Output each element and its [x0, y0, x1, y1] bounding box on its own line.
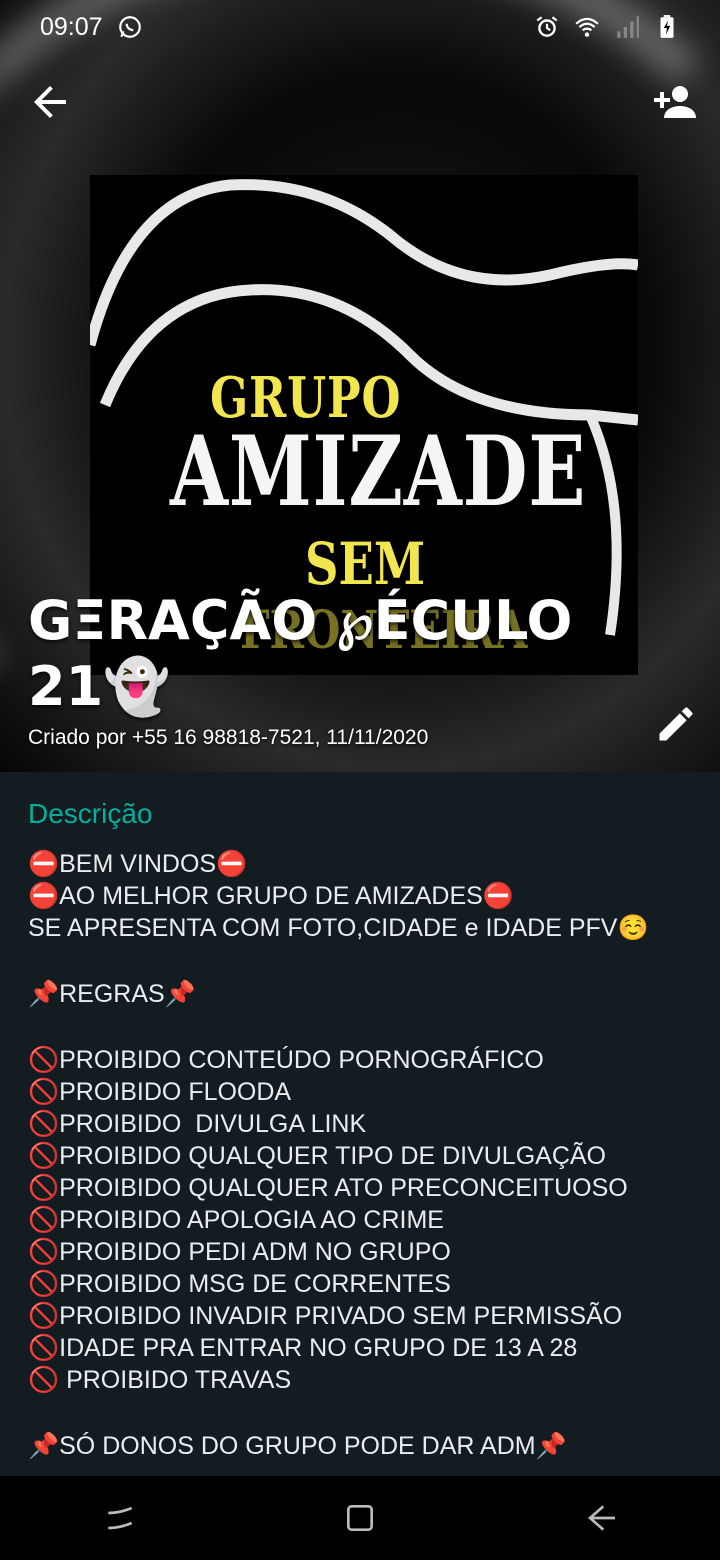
description-line: 🚫 PROIBIDO TRAVAS: [28, 1366, 292, 1394]
description-line: 📌REGRAS📌: [28, 980, 196, 1008]
clock: 09:07: [40, 12, 103, 41]
description-section[interactable]: Descrição ⛔BEM VINDOS⛔ ⛔AO MELHOR GRUPO …: [0, 772, 720, 1476]
back-button[interactable]: [26, 78, 74, 126]
add-person-icon: [654, 86, 696, 118]
status-bar: 09:07: [0, 0, 720, 54]
description-line: ⛔AO MELHOR GRUPO DE AMIZADES⛔: [28, 882, 514, 910]
description-text: ⛔BEM VINDOS⛔ ⛔AO MELHOR GRUPO DE AMIZADE…: [28, 848, 692, 1462]
recent-apps-icon: [108, 1506, 133, 1530]
home-icon: [347, 1505, 373, 1531]
group-title-block: GΞRAÇÃO ℘ÉCULO 21👻 Criado por +55 16 988…: [28, 588, 628, 750]
description-line: 📌SÓ DONOS DO GRUPO PODE DAR ADM📌: [28, 1432, 567, 1460]
description-line: 🚫PROIBIDO CONTEÚDO PORNOGRÁFICO: [28, 1046, 544, 1074]
description-line: 🚫PROIBIDO QUALQUER ATO PRECONCEITUOSO: [28, 1174, 628, 1202]
group-title-line2: 21👻: [28, 655, 171, 718]
arrow-left-icon: [34, 86, 66, 118]
description-line: ⛔BEM VINDOS⛔: [28, 850, 248, 878]
home-button[interactable]: [330, 1488, 390, 1548]
description-line: SE APRESENTA COM FOTO,CIDADE e IDADE PFV…: [28, 914, 649, 942]
description-line: 🚫IDADE PRA ENTRAR NO GRUPO DE 13 A 28: [28, 1334, 578, 1362]
description-line: [28, 1396, 692, 1430]
alarm-icon: [536, 16, 558, 37]
edit-subject-button[interactable]: [654, 702, 698, 746]
description-line: [28, 1010, 692, 1044]
description-label: Descrição: [28, 798, 153, 829]
description-line: 🚫PROIBIDO INVADIR PRIVADO SEM PERMISSÃO: [28, 1302, 623, 1330]
description-line: 🚫PROIBIDO FLOODA: [28, 1078, 292, 1106]
logo-text-amizade: AMIZADE: [170, 415, 587, 528]
add-participant-button[interactable]: [650, 78, 698, 126]
description-line: 🚫PROIBIDO MSG DE CORRENTES: [28, 1270, 451, 1298]
battery-icon: [660, 15, 674, 38]
group-header: 09:07 GRUPO AMIZADE SEM FRONTEIRA GΞRAÇÃ…: [0, 0, 720, 772]
created-by-text: Criado por +55 16 98818-7521, 11/11/2020: [28, 726, 429, 749]
system-nav-bar: [0, 1476, 720, 1560]
nav-back-icon: [587, 1505, 615, 1531]
description-line: 🚫PROIBIDO PEDI ADM NO GRUPO: [28, 1238, 451, 1266]
group-title-line1: GΞRAÇÃO ℘ÉCULO: [28, 589, 573, 652]
group-title: GΞRAÇÃO ℘ÉCULO 21👻: [28, 588, 628, 720]
whatsapp-icon: [118, 16, 141, 38]
description-line: 🚫PROIBIDO DIVULGA LINK: [28, 1110, 367, 1138]
pencil-icon: [659, 707, 693, 741]
description-line: [28, 944, 692, 978]
description-line: 🚫PROIBIDO APOLOGIA AO CRIME: [28, 1206, 444, 1234]
wifi-icon: [575, 17, 599, 37]
signal-icon: [617, 16, 639, 38]
nav-back-button[interactable]: [570, 1488, 630, 1548]
description-line: 🚫PROIBIDO QUALQUER TIPO DE DIVULGAÇÃO: [28, 1142, 607, 1170]
recent-apps-button[interactable]: [90, 1488, 150, 1548]
